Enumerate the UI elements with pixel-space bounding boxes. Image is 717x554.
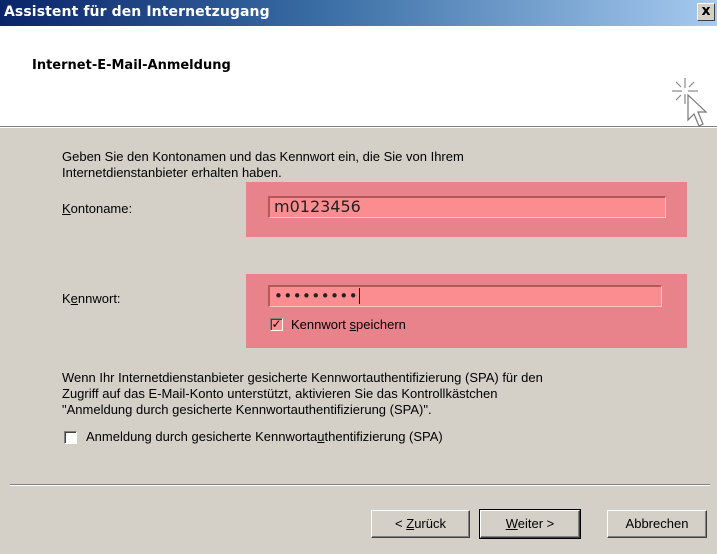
back-button[interactable]: < Zurück (371, 510, 470, 538)
account-name-field[interactable]: m0123456 (268, 196, 666, 218)
title-bar: Assistent für den Internetzugang x (0, 0, 717, 26)
spa-info-line-2: Zugriff auf das E-Mail-Konto unterstützt… (62, 386, 498, 401)
page-title: Internet-E-Mail-Anmeldung (32, 58, 231, 73)
close-icon: x (701, 3, 711, 19)
close-button[interactable]: x (697, 3, 715, 21)
next-button[interactable]: Weiter > (479, 509, 581, 539)
remember-password-label[interactable]: Kennwort speichern (291, 317, 406, 333)
intro-line-2: Internetdienstanbieter erhalten haben. (62, 165, 282, 180)
password-field[interactable]: ••••••••• (268, 285, 662, 307)
text-caret (359, 288, 361, 304)
checkmark-icon: ✓ (271, 317, 282, 331)
account-label: Kontoname: (62, 201, 133, 216)
spa-info-line-3: "Anmeldung durch gesicherte Kennwortauth… (62, 402, 432, 417)
cancel-button[interactable]: Abbrechen (607, 510, 707, 538)
window-title: Assistent für den Internetzugang (4, 4, 270, 20)
spa-checkbox-label[interactable]: Anmeldung durch gesicherte Kennwortauthe… (86, 429, 443, 445)
password-label: Kennwort: (62, 291, 121, 306)
remember-password-checkbox[interactable]: ✓ (270, 318, 283, 331)
intro-line-1: Geben Sie den Kontonamen und das Kennwor… (62, 149, 464, 164)
spa-info-line-1: Wenn Ihr Internetdienstanbieter gesicher… (62, 370, 543, 385)
footer-divider (10, 484, 710, 486)
spa-checkbox[interactable] (64, 431, 77, 444)
wizard-cursor-icon (672, 78, 708, 127)
wizard-header: Internet-E-Mail-Anmeldung (0, 26, 717, 127)
